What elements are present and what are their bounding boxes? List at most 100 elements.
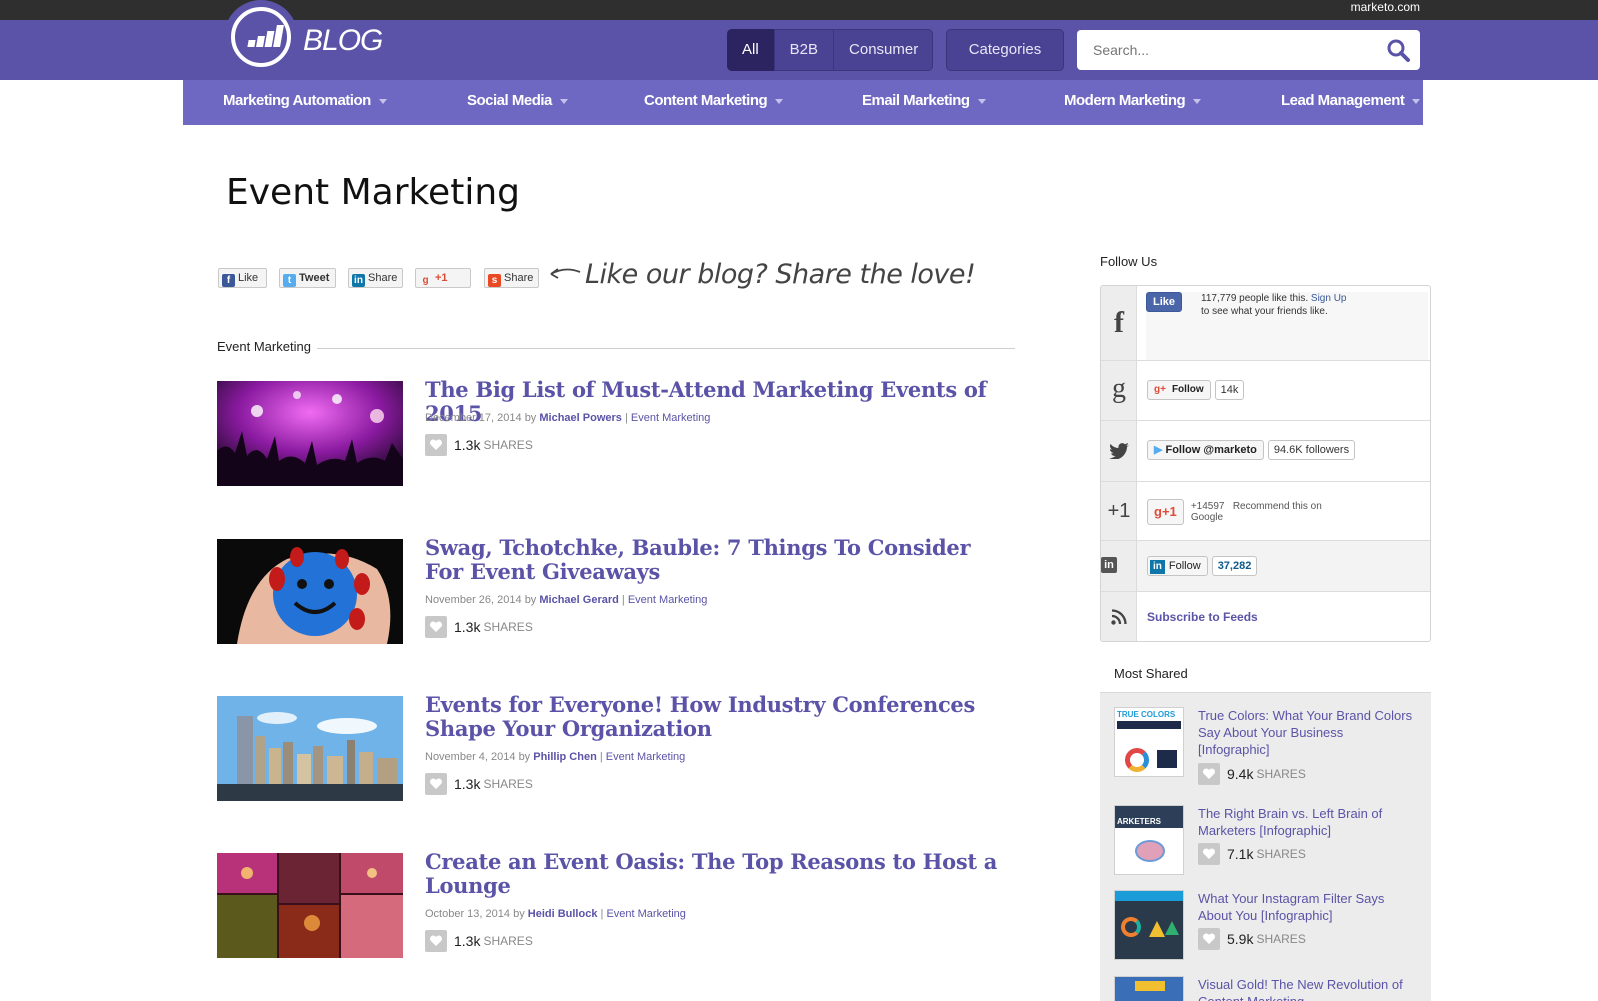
google-plus-one-widget-button[interactable]: g+1 bbox=[1147, 499, 1184, 525]
infographic-thumbnail[interactable]: TRUE COLORS bbox=[1114, 707, 1184, 777]
post-category-link[interactable]: Event Marketing bbox=[631, 412, 710, 424]
post-author-link[interactable]: Michael Powers bbox=[539, 412, 622, 424]
twitter-icon: t bbox=[283, 274, 296, 287]
post-shares: 1.3k SHARES bbox=[425, 773, 533, 795]
post-category-link[interactable]: Event Marketing bbox=[606, 908, 685, 920]
post-date: December 17, 2014 bbox=[425, 412, 522, 424]
post-author-link[interactable]: Phillip Chen bbox=[533, 751, 597, 763]
post-title-link[interactable]: Events for Everyone! How Industry Confer… bbox=[425, 693, 1005, 741]
search-icon[interactable] bbox=[1386, 38, 1410, 62]
google-plus-one-button[interactable]: g +1 bbox=[415, 268, 471, 288]
post-author-link[interactable]: Michael Gerard bbox=[539, 594, 618, 606]
twitter-follow-button[interactable]: ▶ Follow @marketo bbox=[1147, 440, 1264, 460]
nav-lead-management[interactable]: Lead Management bbox=[1281, 80, 1421, 122]
stress-ball-thumbnail[interactable] bbox=[217, 539, 403, 644]
categories-button[interactable]: Categories bbox=[946, 29, 1064, 71]
infographic-thumbnail[interactable] bbox=[1114, 976, 1184, 1001]
post-category-link[interactable]: Event Marketing bbox=[628, 594, 707, 606]
most-shared-shares: 9.4k SHARES bbox=[1198, 763, 1306, 785]
arrow-left-icon bbox=[550, 268, 581, 279]
chevron-down-icon bbox=[559, 98, 568, 104]
linkedin-share-button[interactable]: in Share bbox=[348, 268, 403, 288]
google-plus-follow-count: 14k bbox=[1214, 380, 1245, 400]
share-tagline: Like our blog? Share the love! bbox=[585, 259, 976, 290]
facebook-like-widget-button[interactable]: Like bbox=[1146, 292, 1183, 312]
heart-icon[interactable] bbox=[425, 616, 447, 638]
plus-one-count: +14597 bbox=[1190, 501, 1225, 512]
post-date: November 4, 2014 bbox=[425, 751, 516, 763]
most-shared-label: Most Shared bbox=[1114, 666, 1188, 681]
post-date: October 13, 2014 bbox=[425, 908, 511, 920]
post-meta: October 13, 2014 by Heidi Bullock | Even… bbox=[425, 908, 686, 920]
most-shared-shares: 5.9k SHARES bbox=[1198, 928, 1306, 950]
google-plus-follow-button[interactable]: g+ Follow bbox=[1147, 380, 1211, 400]
heart-icon[interactable] bbox=[1198, 928, 1220, 950]
share-count: 5.9k bbox=[1227, 931, 1254, 947]
nav-social-media[interactable]: Social Media bbox=[467, 80, 568, 122]
most-shared-title-link[interactable]: The Right Brain vs. Left Brain of Market… bbox=[1198, 805, 1418, 839]
city-skyline-thumbnail[interactable] bbox=[217, 696, 403, 801]
share-count: 1.3k bbox=[454, 776, 481, 792]
infographic-thumbnail[interactable]: ARKETERS bbox=[1114, 805, 1184, 875]
chevron-down-icon bbox=[977, 98, 986, 104]
rss-icon bbox=[1111, 609, 1127, 625]
twitter-bird-icon bbox=[1109, 443, 1129, 459]
nav-modern-marketing[interactable]: Modern Marketing bbox=[1064, 80, 1202, 122]
share-count: 1.3k bbox=[454, 933, 481, 949]
filter-all[interactable]: All bbox=[727, 29, 775, 71]
share-count: 1.3k bbox=[454, 619, 481, 635]
heart-icon[interactable] bbox=[1198, 763, 1220, 785]
post-meta: November 26, 2014 by Michael Gerard | Ev… bbox=[425, 594, 708, 606]
nav-content-marketing[interactable]: Content Marketing bbox=[644, 80, 784, 122]
chevron-down-icon bbox=[1193, 98, 1202, 104]
post-meta: November 4, 2014 by Phillip Chen | Event… bbox=[425, 751, 686, 763]
linkedin-follow-button[interactable]: in Follow bbox=[1147, 556, 1208, 576]
heart-icon[interactable] bbox=[425, 773, 447, 795]
lounge-collage-thumbnail[interactable] bbox=[217, 853, 403, 958]
logo-bars-icon bbox=[231, 7, 291, 67]
post-shares: 1.3k SHARES bbox=[425, 616, 533, 638]
chevron-down-icon bbox=[378, 98, 387, 104]
blog-logo-text[interactable]: BLOG bbox=[303, 24, 383, 58]
nav-marketing-automation[interactable]: Marketing Automation bbox=[223, 80, 387, 122]
chevron-down-icon bbox=[775, 98, 784, 104]
post-date: November 26, 2014 bbox=[425, 594, 522, 606]
google-plus-icon: g bbox=[419, 274, 432, 287]
nav-email-marketing[interactable]: Email Marketing bbox=[862, 80, 986, 122]
heart-icon[interactable] bbox=[425, 434, 447, 456]
concert-crowd-thumbnail[interactable] bbox=[217, 381, 403, 486]
section-divider bbox=[310, 348, 1015, 349]
infographic-thumbnail[interactable] bbox=[1114, 890, 1184, 960]
post-item: Create an Event Oasis: The Top Reasons t… bbox=[217, 850, 1017, 963]
linkedin-follow-row: in in Follow 37,282 bbox=[1101, 541, 1430, 592]
facebook-signup-link[interactable]: Sign Up bbox=[1311, 293, 1347, 304]
facebook-icon: f bbox=[1114, 306, 1124, 339]
post-title-link[interactable]: Swag, Tchotchke, Bauble: 7 Things To Con… bbox=[425, 536, 1005, 584]
follow-us-label: Follow Us bbox=[1100, 254, 1158, 269]
most-shared-title-link[interactable]: What Your Instagram Filter Says About Yo… bbox=[1198, 890, 1418, 924]
post-title-link[interactable]: Create an Event Oasis: The Top Reasons t… bbox=[425, 850, 1005, 898]
filter-consumer[interactable]: Consumer bbox=[834, 29, 933, 71]
share-count: 1.3k bbox=[454, 437, 481, 453]
marketo-site-link[interactable]: marketo.com bbox=[1351, 0, 1420, 14]
filter-b2b[interactable]: B2B bbox=[775, 29, 835, 71]
facebook-like-count: 117,779 people like this. bbox=[1201, 293, 1309, 304]
facebook-icon: f bbox=[222, 274, 235, 287]
audience-filter: All B2B Consumer bbox=[727, 29, 934, 71]
stumbleupon-share-button[interactable]: s Share bbox=[484, 268, 539, 288]
heart-icon[interactable] bbox=[425, 930, 447, 952]
most-shared-title-link[interactable]: True Colors: What Your Brand Colors Say … bbox=[1198, 707, 1418, 758]
follow-us-box: f Like 117,779 people like this. Sign Up… bbox=[1100, 285, 1431, 642]
most-shared-title-link[interactable]: Visual Gold! The New Revolution of Conte… bbox=[1198, 976, 1418, 1001]
stumbleupon-icon: s bbox=[488, 274, 501, 287]
post-author-link[interactable]: Heidi Bullock bbox=[528, 908, 598, 920]
facebook-like-button[interactable]: f Like bbox=[218, 268, 267, 288]
tweet-button[interactable]: t Tweet bbox=[279, 268, 336, 288]
heart-icon[interactable] bbox=[1198, 843, 1220, 865]
marketo-logo[interactable] bbox=[224, 0, 298, 74]
post-category-link[interactable]: Event Marketing bbox=[606, 751, 685, 763]
subscribe-feeds-link[interactable]: Subscribe to Feeds bbox=[1147, 610, 1258, 624]
search-input[interactable] bbox=[1093, 40, 1373, 60]
post-shares: 1.3k SHARES bbox=[425, 930, 533, 952]
post-meta: December 17, 2014 by Michael Powers | Ev… bbox=[425, 412, 711, 424]
